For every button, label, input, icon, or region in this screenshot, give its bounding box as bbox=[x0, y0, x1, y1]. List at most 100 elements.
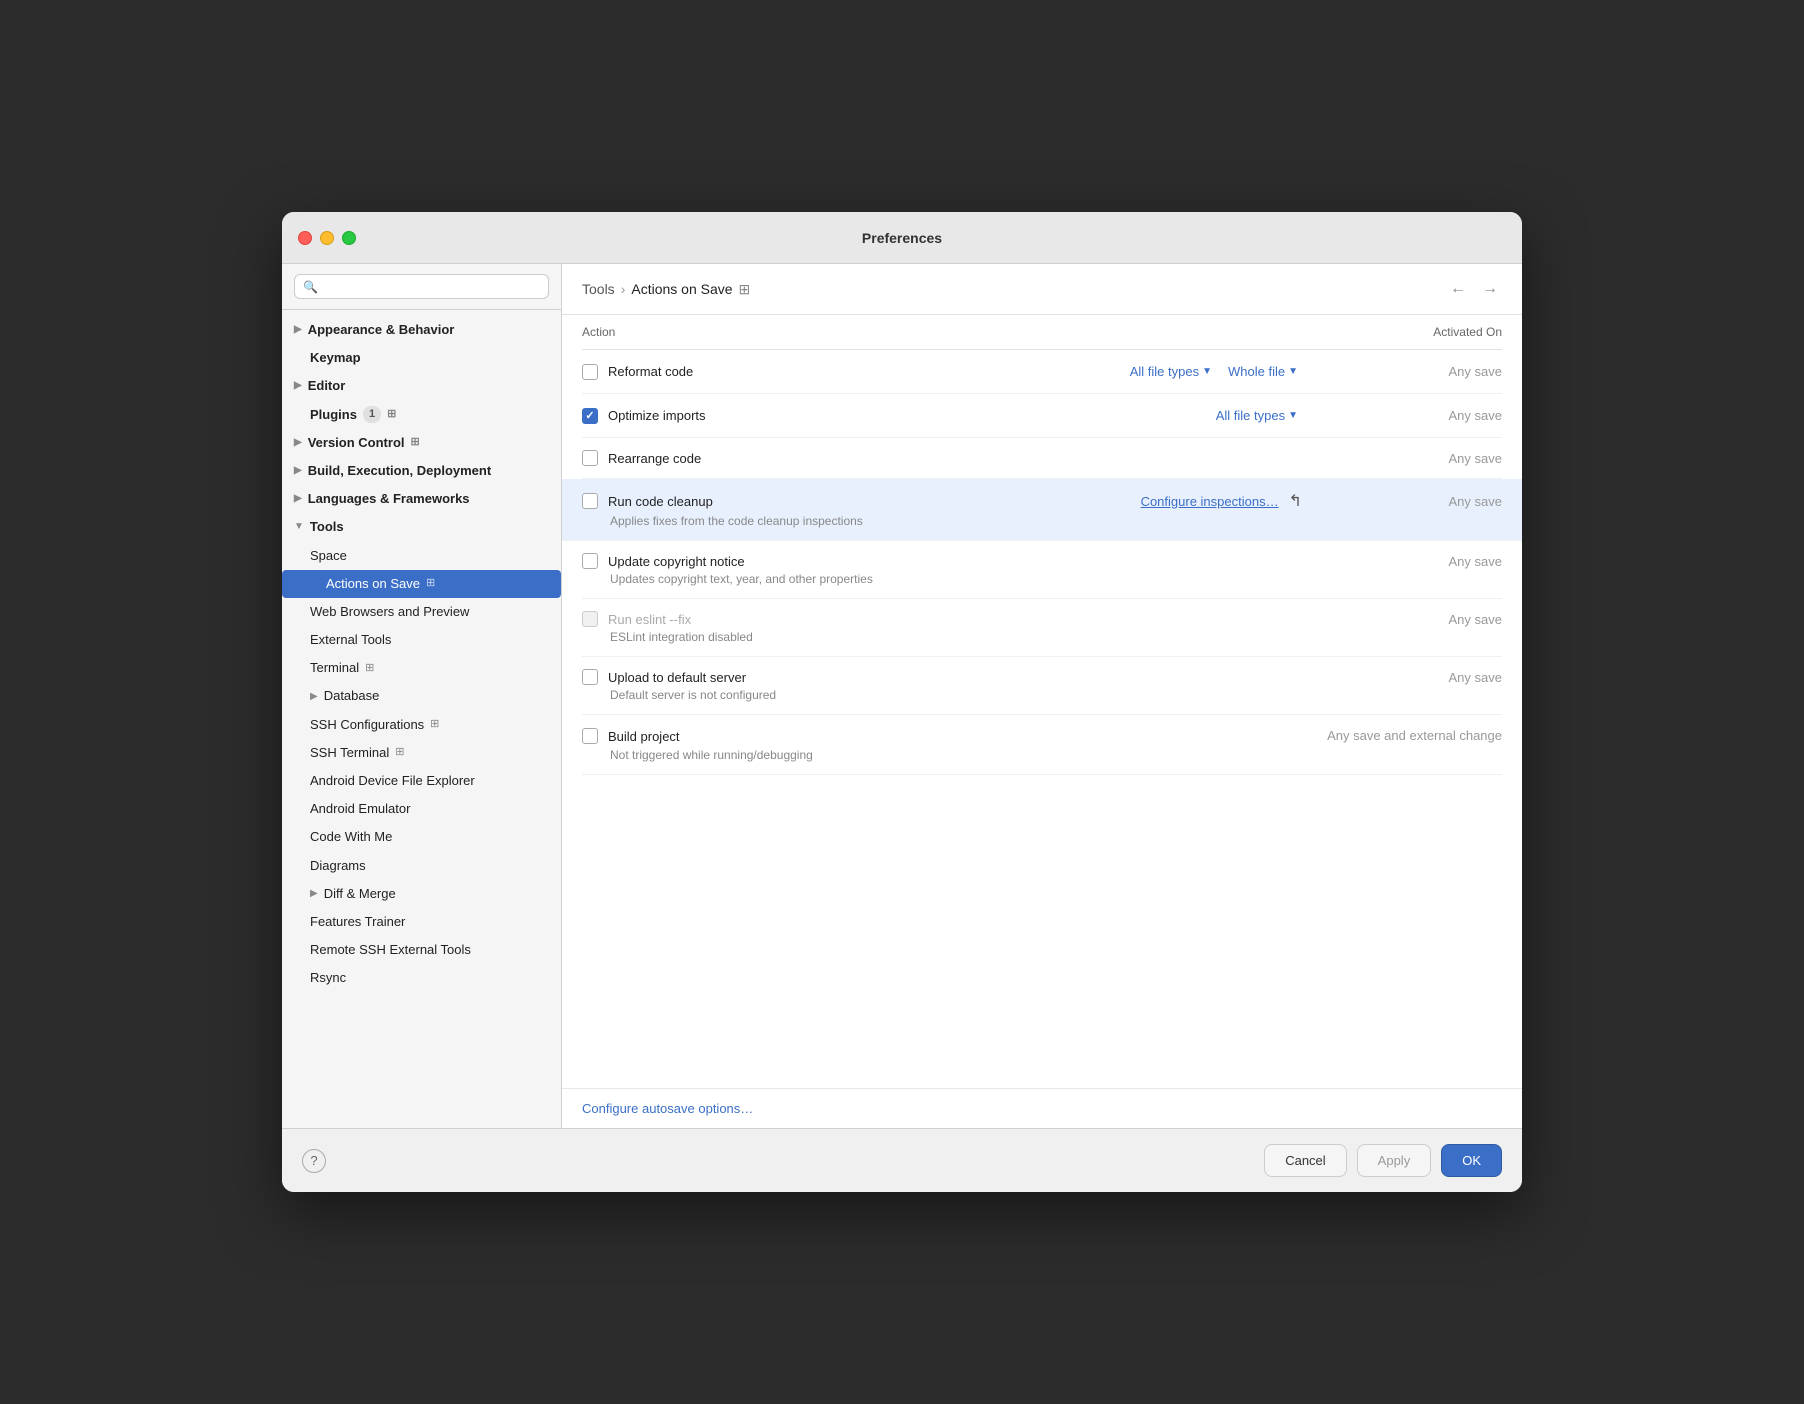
settings-icon: ⊞ bbox=[387, 407, 396, 422]
sidebar-item-version-control[interactable]: ▶ Version Control ⊞ bbox=[282, 429, 561, 457]
whole-file-dropdown[interactable]: Whole file ▼ bbox=[1224, 362, 1302, 381]
window-title: Preferences bbox=[862, 230, 942, 246]
apply-button[interactable]: Apply bbox=[1357, 1144, 1432, 1177]
all-file-types-dropdown[interactable]: All file types ▼ bbox=[1126, 362, 1216, 381]
chevron-right-icon: ▶ bbox=[294, 436, 302, 450]
all-file-types-dropdown-2[interactable]: All file types ▼ bbox=[1212, 406, 1302, 425]
sidebar-item-remote-ssh[interactable]: Remote SSH External Tools bbox=[282, 936, 561, 964]
sidebar-item-android-device[interactable]: Android Device File Explorer bbox=[282, 767, 561, 795]
run-eslint-label: Run eslint --fix bbox=[608, 612, 1302, 627]
sidebar-item-rsync[interactable]: Rsync bbox=[282, 964, 561, 992]
sidebar-item-diff-merge[interactable]: ▶ Diff & Merge bbox=[282, 880, 561, 908]
optimize-imports-label: Optimize imports bbox=[608, 408, 1212, 423]
sidebar-item-ssh-configurations[interactable]: SSH Configurations ⊞ bbox=[282, 711, 561, 739]
close-button[interactable] bbox=[298, 231, 312, 245]
table-row: Optimize imports All file types ▼ Any sa… bbox=[582, 394, 1502, 438]
memo-icon: ⊞ bbox=[739, 281, 751, 298]
sidebar-item-database[interactable]: ▶ Database bbox=[282, 682, 561, 710]
configure-inspections-link[interactable]: Configure inspections… bbox=[1141, 494, 1279, 509]
update-copyright-checkbox[interactable] bbox=[582, 553, 598, 569]
row-controls: Configure inspections… ↰ bbox=[1141, 491, 1302, 511]
col-activated-header: Activated On bbox=[1302, 325, 1502, 339]
cleanup-activated: Any save bbox=[1302, 494, 1502, 509]
optimize-activated: Any save bbox=[1302, 408, 1502, 423]
nav-back-button[interactable]: ← bbox=[1446, 278, 1470, 300]
sidebar-item-external-tools[interactable]: External Tools bbox=[282, 626, 561, 654]
sidebar-item-languages[interactable]: ▶ Languages & Frameworks bbox=[282, 485, 561, 513]
table-row: Update copyright notice Any save Updates… bbox=[582, 541, 1502, 599]
run-code-cleanup-sub: Applies fixes from the code cleanup insp… bbox=[582, 514, 1502, 528]
sidebar-item-android-emulator[interactable]: Android Emulator bbox=[282, 795, 561, 823]
reformat-code-checkbox[interactable] bbox=[582, 364, 598, 380]
optimize-imports-checkbox[interactable] bbox=[582, 408, 598, 424]
ok-button[interactable]: OK bbox=[1441, 1144, 1502, 1177]
search-wrapper[interactable]: 🔍 bbox=[294, 274, 549, 299]
row-main: Run eslint --fix Any save bbox=[582, 611, 1502, 627]
upload-activated: Any save bbox=[1302, 670, 1502, 685]
title-bar: Preferences bbox=[282, 212, 1522, 264]
nav-forward-button[interactable]: → bbox=[1478, 278, 1502, 300]
search-bar: 🔍 bbox=[282, 264, 561, 310]
sidebar-item-ssh-terminal[interactable]: SSH Terminal ⊞ bbox=[282, 739, 561, 767]
sidebar-item-diagrams[interactable]: Diagrams bbox=[282, 852, 561, 880]
configure-autosave-link[interactable]: Configure autosave options… bbox=[582, 1101, 753, 1116]
sidebar-item-build[interactable]: ▶ Build, Execution, Deployment bbox=[282, 457, 561, 485]
table-row: Rearrange code Any save bbox=[582, 438, 1502, 479]
sidebar-item-space[interactable]: Space bbox=[282, 542, 561, 570]
run-code-cleanup-checkbox[interactable] bbox=[582, 493, 598, 509]
chevron-right-icon: ▶ bbox=[310, 690, 318, 704]
sidebar-item-editor[interactable]: ▶ Editor bbox=[282, 372, 561, 400]
table-row: Reformat code All file types ▼ Whole fil… bbox=[582, 350, 1502, 394]
run-eslint-checkbox bbox=[582, 611, 598, 627]
settings-icon: ⊞ bbox=[426, 576, 435, 591]
help-button[interactable]: ? bbox=[302, 1149, 326, 1173]
col-action-header: Action bbox=[582, 325, 1302, 339]
dropdown-arrow-icon: ▼ bbox=[1288, 366, 1298, 377]
table-row: Build project Any save and external chan… bbox=[582, 715, 1502, 775]
action-table: Action Activated On Reformat code All fi… bbox=[562, 315, 1522, 1088]
right-panel: Tools › Actions on Save ⊞ ← → Action Act… bbox=[562, 264, 1522, 1128]
plugins-badge: 1 bbox=[363, 406, 381, 423]
sidebar-item-plugins[interactable]: Plugins 1 ⊞ bbox=[282, 401, 561, 429]
search-input[interactable] bbox=[324, 279, 540, 294]
build-project-checkbox[interactable] bbox=[582, 728, 598, 744]
sidebar-item-terminal[interactable]: Terminal ⊞ bbox=[282, 654, 561, 682]
chevron-right-icon: ▶ bbox=[294, 379, 302, 393]
sidebar-item-tools[interactable]: ▼ Tools bbox=[282, 513, 561, 541]
build-project-label: Build project bbox=[608, 729, 1302, 744]
sidebar-item-appearance[interactable]: ▶ Appearance & Behavior bbox=[282, 316, 561, 344]
table-row-highlighted: Run code cleanup Configure inspections… … bbox=[562, 479, 1522, 541]
table-row: Run eslint --fix Any save ESLint integra… bbox=[582, 599, 1502, 657]
row-main: Rearrange code Any save bbox=[582, 450, 1502, 466]
maximize-button[interactable] bbox=[342, 231, 356, 245]
sidebar-item-features-trainer[interactable]: Features Trainer bbox=[282, 908, 561, 936]
row-controls: All file types ▼ bbox=[1212, 406, 1302, 425]
sidebar-item-actions-on-save[interactable]: Actions on Save ⊞ bbox=[282, 570, 561, 598]
bottom-buttons: Cancel Apply OK bbox=[1264, 1144, 1502, 1177]
eslint-activated: Any save bbox=[1302, 612, 1502, 627]
upload-server-label: Upload to default server bbox=[608, 670, 1302, 685]
row-main: Run code cleanup Configure inspections… … bbox=[582, 491, 1502, 511]
minimize-button[interactable] bbox=[320, 231, 334, 245]
row-main: Reformat code All file types ▼ Whole fil… bbox=[582, 362, 1502, 381]
update-copyright-sub: Updates copyright text, year, and other … bbox=[582, 572, 1502, 586]
chevron-right-icon: ▶ bbox=[294, 323, 302, 337]
rearrange-code-label: Rearrange code bbox=[608, 451, 1302, 466]
bottom-bar: ? Cancel Apply OK bbox=[282, 1128, 1522, 1192]
settings-icon: ⊞ bbox=[395, 745, 404, 760]
footer-link-area: Configure autosave options… bbox=[562, 1088, 1522, 1128]
upload-server-checkbox[interactable] bbox=[582, 669, 598, 685]
build-project-sub: Not triggered while running/debugging bbox=[582, 748, 1502, 762]
reformat-code-label: Reformat code bbox=[608, 364, 1126, 379]
sidebar-item-keymap[interactable]: Keymap bbox=[282, 344, 561, 372]
table-header: Action Activated On bbox=[582, 315, 1502, 350]
sidebar-list: ▶ Appearance & Behavior Keymap ▶ Editor … bbox=[282, 310, 561, 1128]
rearrange-code-checkbox[interactable] bbox=[582, 450, 598, 466]
table-row: Upload to default server Any save Defaul… bbox=[582, 657, 1502, 715]
search-icon: 🔍 bbox=[303, 280, 318, 294]
run-code-cleanup-label: Run code cleanup bbox=[608, 494, 1141, 509]
sidebar-item-web-browsers[interactable]: Web Browsers and Preview bbox=[282, 598, 561, 626]
cancel-button[interactable]: Cancel bbox=[1264, 1144, 1346, 1177]
sidebar-item-code-with-me[interactable]: Code With Me bbox=[282, 823, 561, 851]
update-copyright-label: Update copyright notice bbox=[608, 554, 1302, 569]
